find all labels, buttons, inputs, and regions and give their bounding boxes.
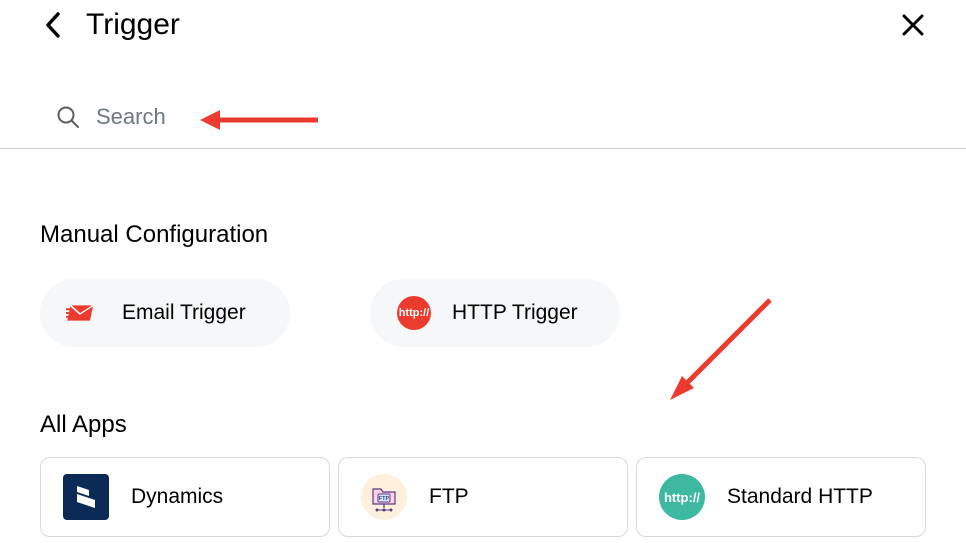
app-label-dynamics: Dynamics — [131, 485, 223, 509]
email-trigger-label: Email Trigger — [122, 301, 246, 325]
app-card-ftp[interactable]: FTP FTP — [338, 457, 628, 537]
http-trigger-label: HTTP Trigger — [452, 301, 578, 325]
search-input[interactable] — [96, 104, 926, 130]
email-trigger-card[interactable]: Email Trigger — [40, 279, 290, 347]
search-icon — [56, 105, 80, 129]
close-icon — [902, 14, 924, 36]
all-apps-heading: All Apps — [0, 411, 966, 439]
back-button[interactable] — [40, 12, 66, 38]
http-trigger-card[interactable]: http:// HTTP Trigger — [370, 279, 620, 347]
close-button[interactable] — [900, 12, 926, 38]
app-label-standard-http: Standard HTTP — [727, 485, 873, 509]
dynamics-icon — [63, 474, 109, 520]
app-card-standard-http[interactable]: http:// Standard HTTP — [636, 457, 926, 537]
http-badge-icon: http:// — [396, 295, 432, 331]
standard-http-icon: http:// — [659, 474, 705, 520]
svg-text:FTP: FTP — [379, 496, 390, 502]
app-card-dynamics[interactable]: Dynamics — [40, 457, 330, 537]
email-send-icon — [66, 295, 102, 331]
page-title: Trigger — [86, 8, 180, 42]
manual-config-heading: Manual Configuration — [0, 221, 966, 249]
app-label-ftp: FTP — [429, 485, 469, 509]
ftp-icon: FTP — [361, 474, 407, 520]
chevron-left-icon — [45, 12, 61, 38]
